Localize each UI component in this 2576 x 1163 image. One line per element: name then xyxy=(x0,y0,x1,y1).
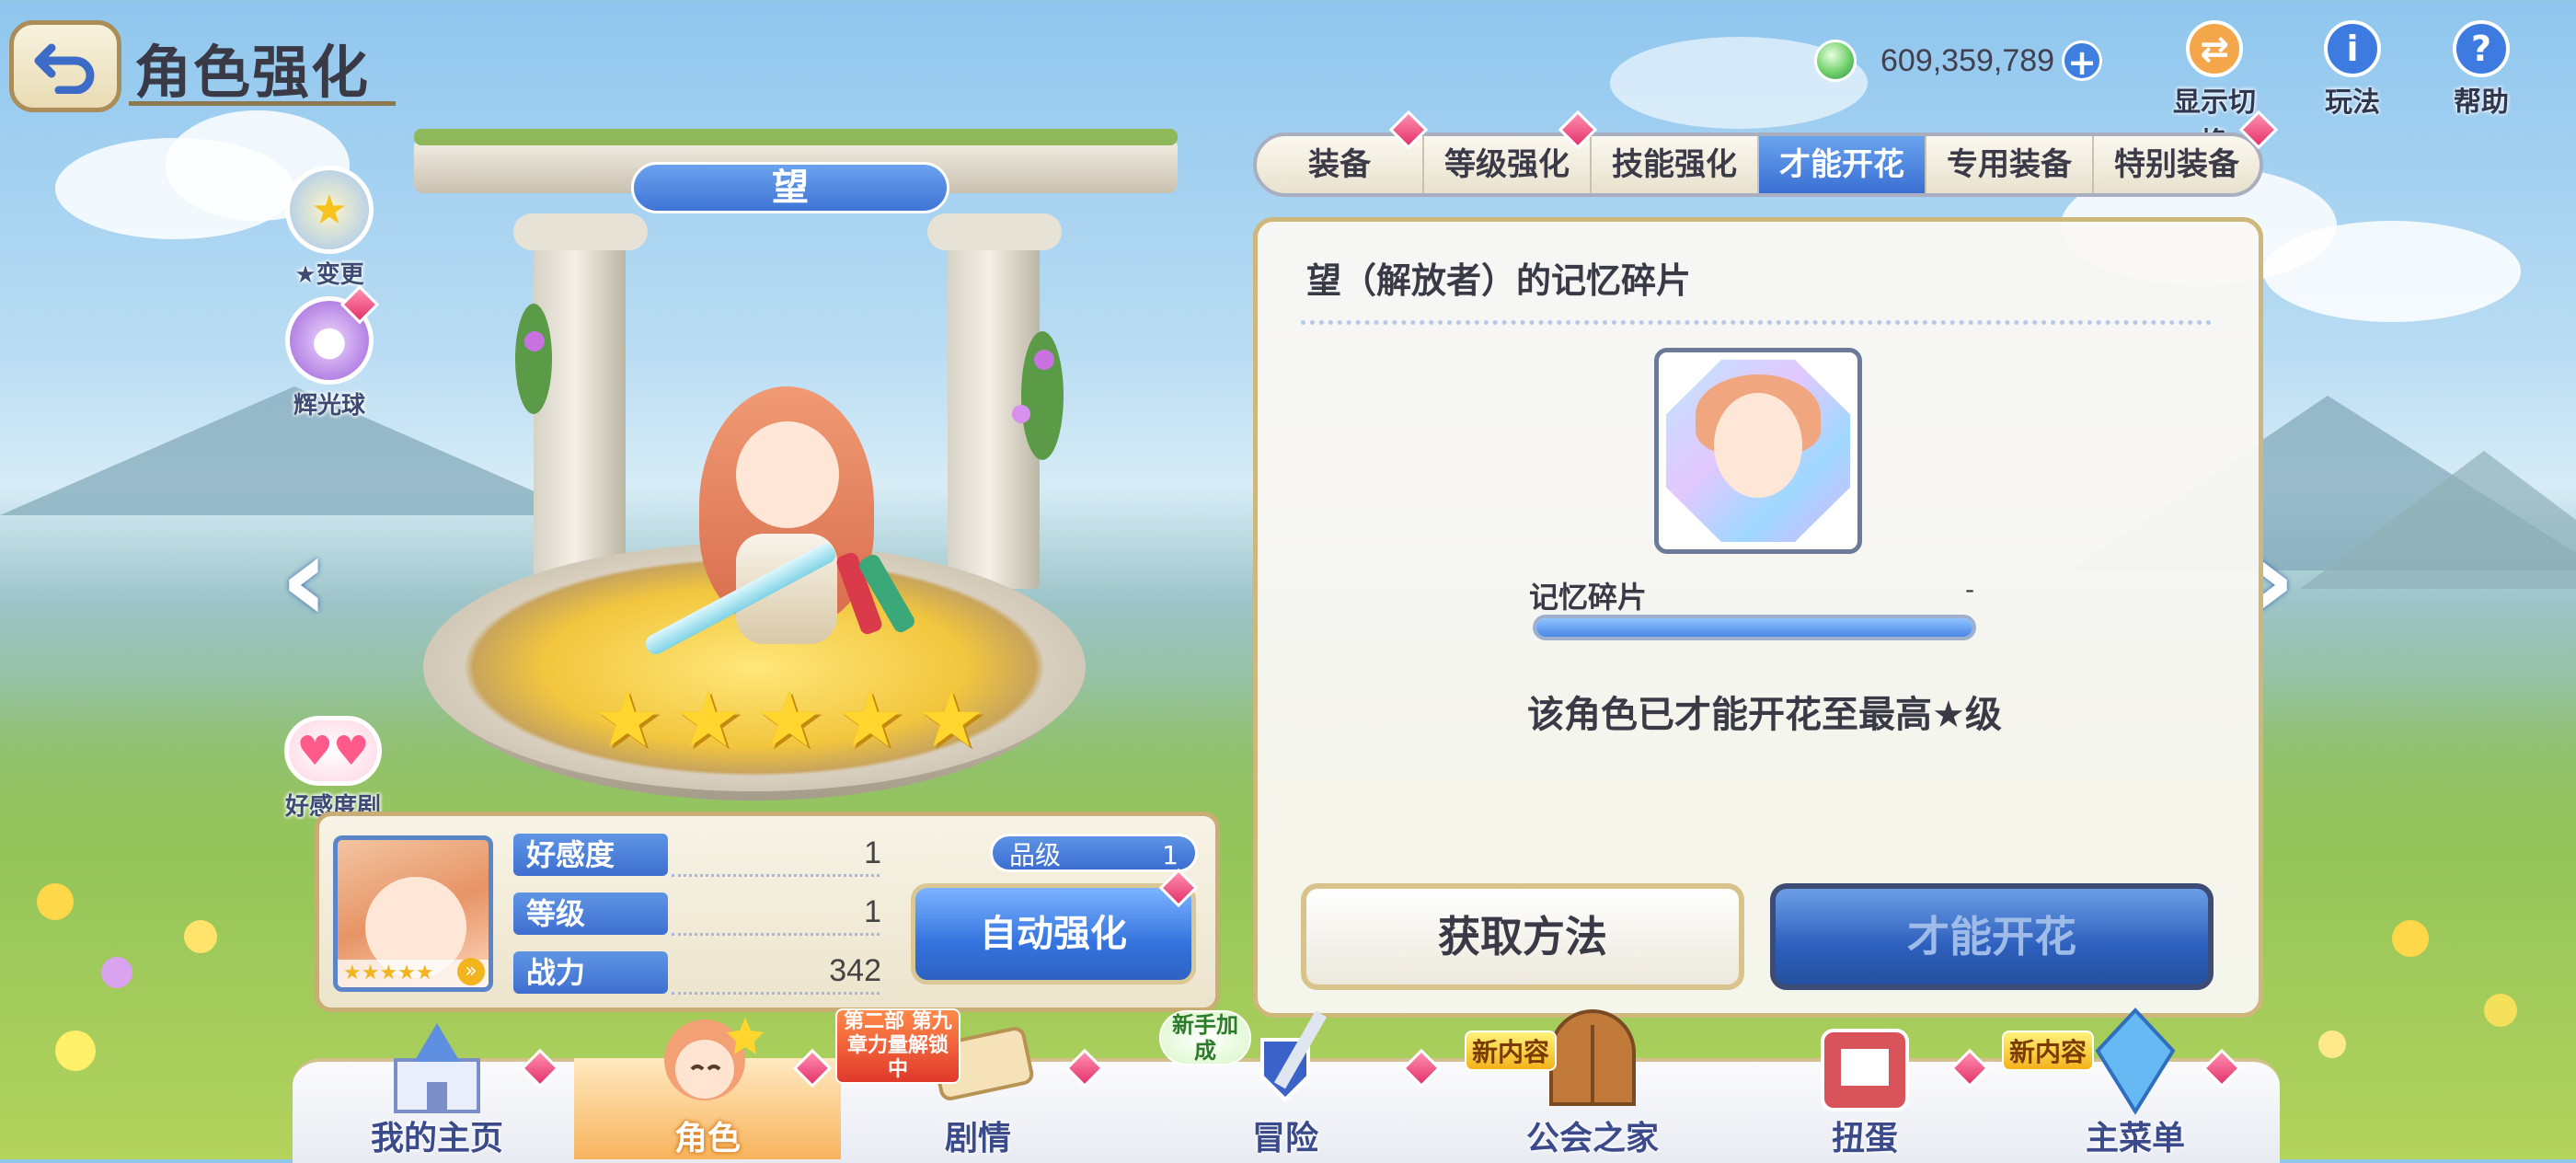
how-to-obtain-button[interactable]: 获取方法 xyxy=(1301,883,1744,990)
add-jewel-button[interactable]: + xyxy=(2062,40,2103,82)
panel-title: 望（解放者）的记忆碎片 xyxy=(1306,260,1692,301)
star-icon: ★ xyxy=(673,674,743,765)
currency-display: 609,359,789 + xyxy=(1814,33,2103,88)
jewel-count: 609,359,789 xyxy=(1880,42,2055,78)
title-underline xyxy=(129,101,396,106)
tab-special-equipment[interactable]: 特别装备 xyxy=(2094,136,2260,193)
tab-talent-bloom[interactable]: 才能开花 xyxy=(1759,136,1926,193)
jewel-icon xyxy=(1814,40,1857,82)
new-content-tag: 新内容 xyxy=(1465,1031,1558,1071)
castle-icon xyxy=(377,1014,497,1115)
novice-bonus-tag: 新手加成 xyxy=(1159,1010,1251,1065)
glow-orb-button[interactable]: ● 辉光球 xyxy=(274,284,385,420)
nav-guild-house[interactable]: 新内容 公会之家 xyxy=(1459,1009,1726,1159)
tab-unique-equipment[interactable]: 专用装备 xyxy=(1926,136,2094,193)
page-title: 角色强化 xyxy=(134,39,371,106)
hearts-icon: ♥♥ xyxy=(284,716,382,786)
crystal-icon xyxy=(2085,1005,2186,1115)
gameplay-button[interactable]: i 玩法 xyxy=(2302,20,2403,120)
back-button[interactable] xyxy=(9,20,121,112)
star-icon: ★ xyxy=(754,674,824,765)
tab-level-up[interactable]: 等级强化 xyxy=(1424,136,1592,193)
nav-adventure[interactable]: 新手加成 冒险 xyxy=(1115,1010,1455,1159)
power-label: 战力 xyxy=(513,951,668,994)
display-toggle-icon: ⇄ xyxy=(2186,20,2243,77)
affection-value: 1 xyxy=(864,835,881,870)
memory-shard-progress xyxy=(1533,615,1976,640)
talent-bloom-button[interactable]: 才能开花 xyxy=(1770,883,2214,990)
previous-character-arrow[interactable]: ‹ xyxy=(272,519,337,639)
affection-label: 好感度 xyxy=(513,834,668,876)
power-value: 342 xyxy=(829,953,881,988)
level-label: 等级 xyxy=(513,892,668,935)
rank-badge: 品级 1 xyxy=(990,834,1198,872)
gacha-icon xyxy=(1810,1012,1920,1113)
new-content-tag: 新内容 xyxy=(2002,1031,2095,1071)
character-portrait[interactable]: ★★★★★ » xyxy=(333,835,493,992)
level-value: 1 xyxy=(864,894,881,929)
tab-skill-up[interactable]: 技能强化 xyxy=(1592,136,1759,193)
progress-fill xyxy=(1536,618,1972,637)
star-icon: ★ xyxy=(592,674,662,765)
memory-shard-label: 记忆碎片 xyxy=(1529,580,1648,615)
character-icon xyxy=(648,999,767,1119)
info-icon: i xyxy=(2324,20,2381,77)
help-icon: ? xyxy=(2453,20,2510,77)
help-button[interactable]: ? 帮助 xyxy=(2431,20,2532,120)
memory-shard-icon[interactable] xyxy=(1654,348,1862,554)
max-bloom-message: 该角色已才能开花至最高★级 xyxy=(1527,694,2002,736)
auto-enhance-button[interactable]: 自动强化 xyxy=(911,883,1196,985)
expand-icon: » xyxy=(457,958,485,985)
character-name-plate: 望 xyxy=(631,162,949,213)
star-change-button[interactable]: ★ ★变更 xyxy=(274,166,385,290)
tab-equipment[interactable]: 装备 xyxy=(1257,136,1424,193)
back-arrow-icon xyxy=(34,43,95,94)
memory-shard-count: - xyxy=(1965,574,1975,605)
star-icon: ★ xyxy=(835,674,905,765)
star-change-icon: ★ xyxy=(285,166,374,254)
story-chapter-tag: 第二部 第九章力量解锁中 xyxy=(835,1008,960,1084)
divider xyxy=(1301,320,2212,325)
star-icon: ★ xyxy=(916,674,986,765)
